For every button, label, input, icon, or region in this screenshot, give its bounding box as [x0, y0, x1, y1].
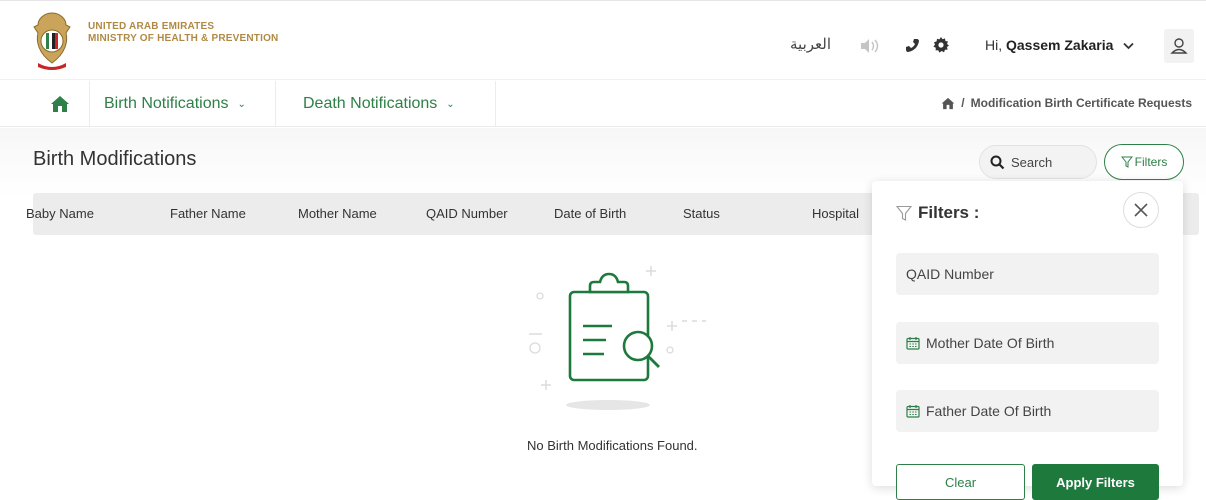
greeting-prefix: Hi, [985, 37, 1006, 53]
breadcrumb-current: Modification Birth Certificate Requests [970, 96, 1192, 110]
user-icon[interactable] [1164, 29, 1194, 63]
search-icon [990, 155, 1005, 169]
ministry-name: UNITED ARAB EMIRATES MINISTRY OF HEALTH … [88, 21, 278, 45]
chevron-down-icon: ⌄ [237, 98, 246, 110]
search-button[interactable]: Search [979, 145, 1097, 179]
user-menu[interactable]: Hi, Qassem Zakaria [985, 37, 1134, 53]
top-header: UNITED ARAB EMIRATES MINISTRY OF HEALTH … [0, 0, 1206, 80]
empty-clipboard-icon [529, 266, 706, 410]
gear-icon[interactable] [932, 36, 950, 54]
chevron-down-icon [1123, 37, 1134, 53]
uae-emblem-icon [33, 12, 71, 70]
column-father-name[interactable]: Father Name [170, 206, 246, 221]
filters-panel: Filters : QAID Number Mother Date Of Bir… [872, 181, 1183, 500]
filters-button[interactable]: Filters [1104, 144, 1184, 180]
calendar-icon [906, 405, 920, 418]
main-nav: Birth Notifications ⌄ Death Notification… [0, 81, 1206, 127]
nav-birth-notifications[interactable]: Birth Notifications ⌄ [90, 81, 276, 127]
column-mother-name[interactable]: Mother Name [298, 206, 377, 221]
home-icon [50, 96, 69, 112]
filters-panel-title: Filters : [896, 203, 979, 223]
home-nav-button[interactable] [30, 81, 90, 127]
father-dob-placeholder: Father Date Of Birth [926, 403, 1052, 419]
clear-button[interactable]: Clear [896, 464, 1025, 500]
phone-icon[interactable] [902, 35, 922, 55]
search-label: Search [1011, 154, 1053, 170]
column-baby-name[interactable]: Baby Name [26, 206, 94, 221]
home-icon[interactable] [941, 97, 955, 110]
father-dob-field[interactable]: Father Date Of Birth [896, 390, 1159, 432]
user-name: Qassem Zakaria [1006, 37, 1114, 53]
column-hospital[interactable]: Hospital [812, 206, 859, 221]
calendar-icon [906, 337, 920, 350]
apply-filters-button[interactable]: Apply Filters [1032, 464, 1159, 500]
breadcrumb-separator: / [961, 96, 965, 110]
empty-state-message: No Birth Modifications Found. [527, 438, 698, 453]
filter-icon [1120, 156, 1133, 168]
close-button[interactable] [1123, 192, 1159, 228]
chevron-down-icon: ⌄ [446, 98, 455, 110]
column-status[interactable]: Status [683, 206, 720, 221]
column-date-of-birth[interactable]: Date of Birth [554, 206, 626, 221]
nav-death-notifications[interactable]: Death Notifications ⌄ [276, 81, 496, 127]
speaker-icon[interactable] [858, 37, 882, 55]
nav-birth-label: Birth Notifications [104, 95, 229, 112]
ministry-line-1: UNITED ARAB EMIRATES [88, 21, 215, 32]
close-icon [1134, 203, 1148, 217]
breadcrumb: / Modification Birth Certificate Request… [941, 96, 1192, 110]
qaid-number-placeholder: QAID Number [906, 266, 994, 282]
page-title: Birth Modifications [33, 148, 197, 170]
filter-icon [896, 205, 912, 221]
ministry-line-2: MINISTRY OF HEALTH & PREVENTION [88, 33, 279, 44]
column-qaid-number[interactable]: QAID Number [426, 206, 508, 221]
qaid-number-field[interactable]: QAID Number [896, 253, 1159, 295]
mother-dob-placeholder: Mother Date Of Birth [926, 335, 1055, 351]
mother-dob-field[interactable]: Mother Date Of Birth [896, 322, 1159, 364]
filters-label: Filters [1134, 155, 1168, 169]
nav-death-label: Death Notifications [303, 95, 438, 112]
language-switch[interactable]: العربية [790, 35, 831, 53]
filters-title-text: Filters : [918, 203, 980, 222]
